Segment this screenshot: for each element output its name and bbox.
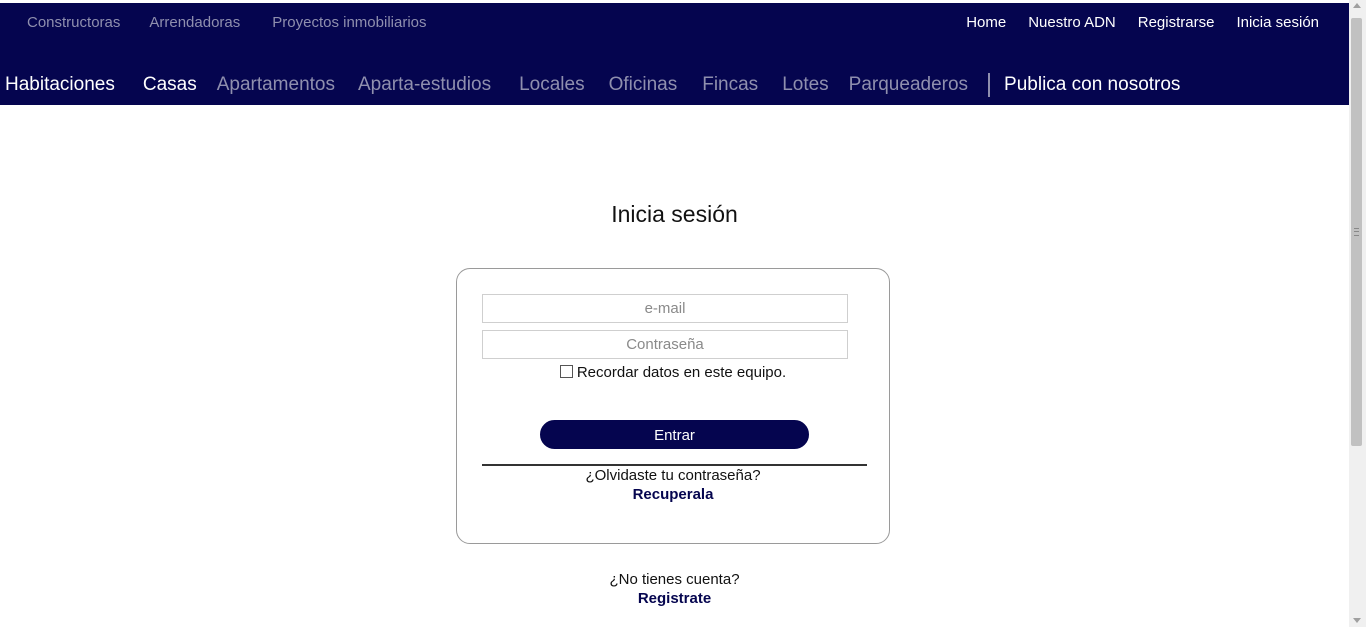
page-title: Inicia sesión [611, 201, 738, 227]
nav-link-inicia-sesion[interactable]: Inicia sesión [1236, 14, 1319, 31]
email-field[interactable] [482, 294, 848, 323]
scroll-down-icon[interactable] [1353, 618, 1361, 623]
category-casas[interactable]: Casas [143, 74, 197, 96]
nav-link-home[interactable]: Home [966, 14, 1006, 31]
remember-label: Recordar datos en este equipo. [576, 364, 787, 381]
nav-divider [988, 73, 991, 97]
password-field[interactable] [482, 330, 848, 359]
main-nav: Home Nuestro ADN Registrarse Inicia sesi… [944, 14, 1319, 31]
grip-icon [1354, 228, 1359, 236]
publish-link[interactable]: Publica con nosotros [1004, 74, 1180, 96]
category-parqueaderos[interactable]: Parqueaderos [849, 74, 968, 96]
nav-link-registrarse[interactable]: Registrarse [1138, 14, 1215, 31]
nav-link-nuestro-adn[interactable]: Nuestro ADN [1028, 14, 1116, 31]
scroll-thumb[interactable] [1351, 18, 1362, 446]
remember-me: Recordar datos en este equipo. [457, 364, 889, 381]
vertical-scrollbar[interactable] [1349, 0, 1366, 627]
category-oficinas[interactable]: Oficinas [609, 74, 678, 96]
category-nav: Habitaciones Casas Apartamentos Aparta-e… [5, 73, 1180, 97]
category-apartamentos[interactable]: Apartamentos [217, 74, 335, 96]
recover-password-link[interactable]: Recuperala [457, 486, 889, 503]
nav-link-constructoras[interactable]: Constructoras [27, 14, 120, 31]
login-button[interactable]: Entrar [540, 420, 809, 449]
category-fincas[interactable]: Fincas [702, 74, 758, 96]
nav-link-arrendadoras[interactable]: Arrendadoras [149, 14, 240, 31]
category-habitaciones[interactable]: Habitaciones [5, 74, 115, 96]
category-aparta-estudios[interactable]: Aparta-estudios [358, 74, 491, 96]
scroll-up-icon[interactable] [1353, 3, 1361, 8]
category-lotes[interactable]: Lotes [782, 74, 828, 96]
no-account-text: ¿No tienes cuenta? [609, 571, 740, 588]
forgot-password-text: ¿Olvidaste tu contraseña? [585, 467, 761, 484]
site-header: Constructoras Arrendadoras Proyectos inm… [0, 3, 1349, 105]
nav-link-proyectos[interactable]: Proyectos inmobiliarios [272, 14, 426, 31]
register-link[interactable]: Registrate [0, 590, 1349, 607]
login-form: Recordar datos en este equipo. Entrar ¿O… [456, 268, 890, 544]
remember-checkbox[interactable] [559, 365, 573, 378]
form-divider [482, 464, 867, 466]
category-locales[interactable]: Locales [519, 74, 585, 96]
secondary-nav: Constructoras Arrendadoras Proyectos inm… [27, 14, 456, 31]
